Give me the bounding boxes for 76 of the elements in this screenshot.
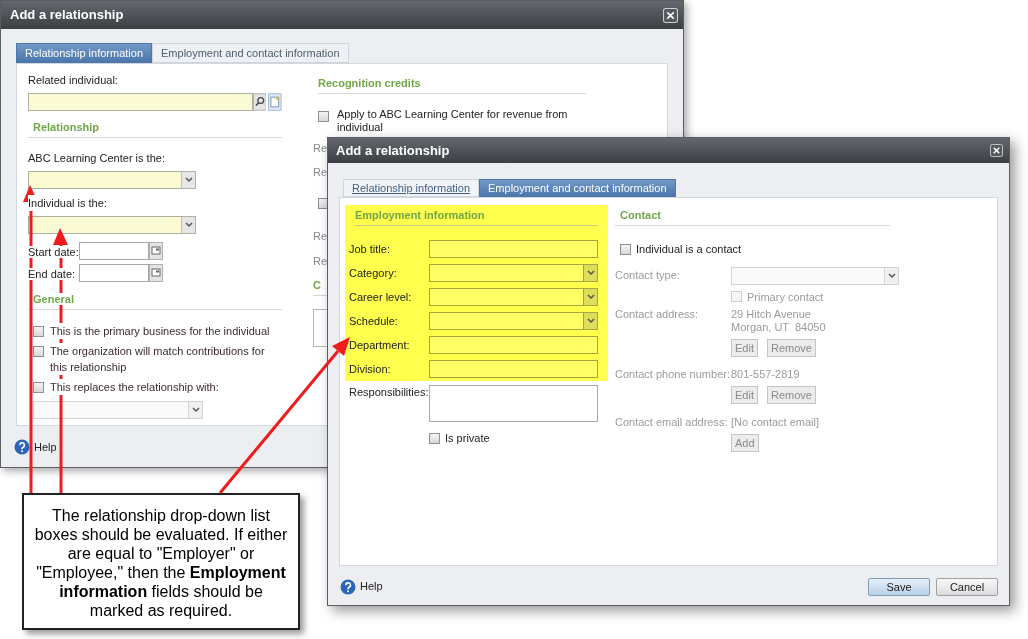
- button[interactable]: Cancel: [936, 577, 998, 596]
- field-label: Schedule:: [349, 313, 399, 329]
- dropdown[interactable]: [429, 288, 598, 306]
- search-icon[interactable]: [252, 93, 267, 111]
- tab[interactable]: Relationship information: [16, 43, 152, 63]
- field-label: Job title:: [349, 241, 391, 257]
- section-heading: Employment information: [355, 207, 598, 226]
- calendar-icon[interactable]: [149, 242, 163, 260]
- section-heading: Recognition credits: [318, 75, 586, 94]
- dialog-title: Add a relationship: [10, 6, 124, 25]
- chevron-down-icon: [184, 177, 193, 183]
- field-label: Department:: [349, 337, 411, 353]
- text-input[interactable]: [429, 240, 598, 258]
- checkbox[interactable]: [33, 346, 44, 357]
- checkbox-label: Individual is a contact: [636, 242, 742, 257]
- field-label: Contact email address:: [615, 416, 729, 429]
- field-label: Contact address:: [615, 308, 700, 321]
- help-link[interactable]: Help: [360, 578, 383, 595]
- field-value: 801-557-2819: [731, 368, 801, 381]
- dropdown[interactable]: [429, 312, 598, 330]
- field-label: Division:: [349, 361, 392, 377]
- tab[interactable]: Relationship information: [343, 179, 479, 197]
- button[interactable]: Save: [868, 577, 930, 596]
- text-input[interactable]: [28, 93, 253, 111]
- checkbox-label: This replaces the relationship with:: [50, 379, 219, 395]
- checkbox[interactable]: [318, 111, 329, 122]
- chevron-down-icon: [887, 272, 896, 279]
- calendar-icon[interactable]: [149, 264, 163, 282]
- close-button[interactable]: [990, 144, 1003, 157]
- text-input[interactable]: [429, 360, 598, 378]
- field-label: Re: [313, 141, 328, 156]
- field-value: [No contact email]: [731, 416, 820, 429]
- text-area[interactable]: [429, 385, 598, 422]
- date-input[interactable]: [79, 242, 149, 260]
- field-label: End date:: [28, 268, 76, 280]
- field-label: Re: [313, 229, 328, 244]
- chevron-down-icon: [184, 222, 193, 228]
- field-label: Re: [313, 254, 328, 269]
- field-label: Re: [313, 165, 328, 180]
- section-heading: Contact: [615, 207, 890, 226]
- chevron-down-icon: [191, 407, 200, 413]
- callout-note: The relationship drop-down list boxes should be evaluated. If either are equal to "Employer" or "Employee," then the Employment information fields should be marked as required.: [22, 493, 300, 630]
- field-value: Morgan, UT 84050: [731, 321, 826, 334]
- field-label: Responsibilities:: [349, 385, 429, 399]
- close-button[interactable]: [663, 7, 678, 23]
- section-heading: Relationship: [28, 119, 282, 138]
- checkbox-label: Primary contact: [747, 289, 824, 305]
- checkbox-label: Apply to ABC Learning Center for revenue from individual: [337, 108, 569, 134]
- help-link[interactable]: Help: [34, 438, 57, 456]
- checkbox[interactable]: [33, 382, 44, 393]
- checkbox-label: Is private: [445, 431, 490, 446]
- checkbox[interactable]: [429, 432, 440, 444]
- chevron-down-icon: [586, 270, 595, 276]
- dropdown[interactable]: [731, 266, 899, 285]
- dialog-title: Add a relationship: [336, 141, 450, 160]
- checkbox[interactable]: [33, 326, 44, 337]
- dropdown[interactable]: [28, 216, 196, 234]
- field-label: Individual is the:: [28, 195, 107, 211]
- help-icon[interactable]: [14, 439, 30, 455]
- dropdown[interactable]: [429, 264, 598, 282]
- date-input[interactable]: [79, 264, 149, 282]
- field-label: Contact phone number:: [615, 368, 731, 381]
- checkbox-label: This is the primary business for the individual: [50, 323, 270, 339]
- section-heading: General: [33, 293, 74, 305]
- dropdown[interactable]: [28, 171, 196, 189]
- field-label: Related individual:: [28, 73, 119, 88]
- field-value: 29 Hitch Avenue: [731, 308, 812, 321]
- field-label: Start date:: [28, 246, 79, 258]
- text-input[interactable]: [429, 336, 598, 354]
- tab[interactable]: Employment and contact information: [479, 179, 676, 197]
- checkbox[interactable]: [620, 243, 631, 255]
- tab[interactable]: Employment and contact information: [152, 43, 349, 63]
- field-label: Contact type:: [615, 269, 681, 282]
- help-icon[interactable]: [340, 578, 356, 595]
- chevron-down-icon: [586, 318, 595, 324]
- chevron-down-icon: [586, 294, 595, 300]
